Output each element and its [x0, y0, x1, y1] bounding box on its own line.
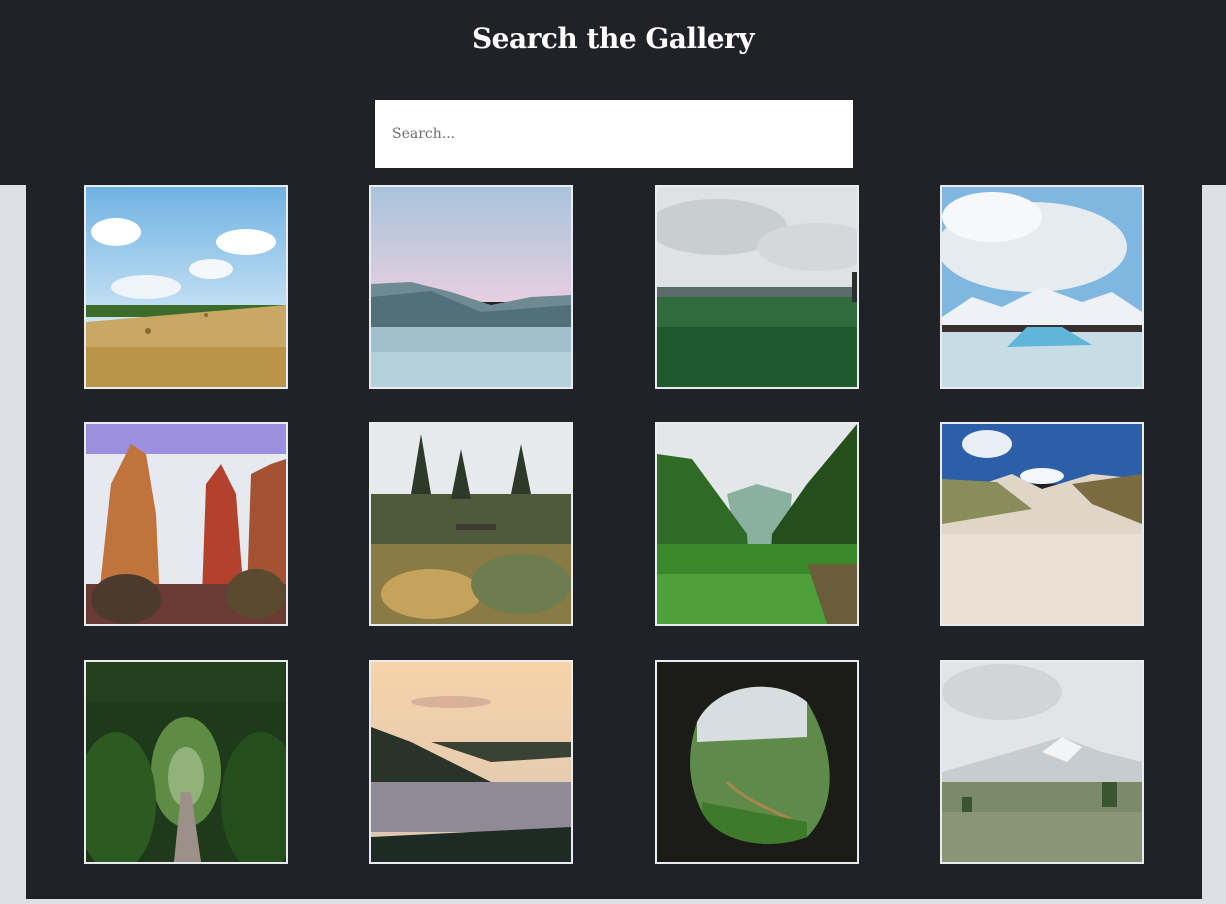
gallery-image-1[interactable]: [84, 185, 288, 389]
gallery-image-10[interactable]: [369, 660, 573, 864]
search-input[interactable]: [375, 100, 853, 168]
gallery-image-12[interactable]: [940, 660, 1144, 864]
gallery-image-3[interactable]: [655, 185, 859, 389]
gallery-image-5[interactable]: [84, 422, 288, 626]
gallery-image-8[interactable]: [940, 422, 1144, 626]
gallery-image-4[interactable]: [940, 185, 1144, 389]
gallery-image-7[interactable]: [655, 422, 859, 626]
page-title: Search the Gallery: [471, 22, 755, 55]
gallery-image-6[interactable]: [369, 422, 573, 626]
gallery-grid: [26, 185, 1202, 899]
gallery-image-11[interactable]: [655, 660, 859, 864]
header: Search the Gallery: [0, 0, 1226, 185]
gallery-image-9[interactable]: [84, 660, 288, 864]
gallery-image-2[interactable]: [369, 185, 573, 389]
